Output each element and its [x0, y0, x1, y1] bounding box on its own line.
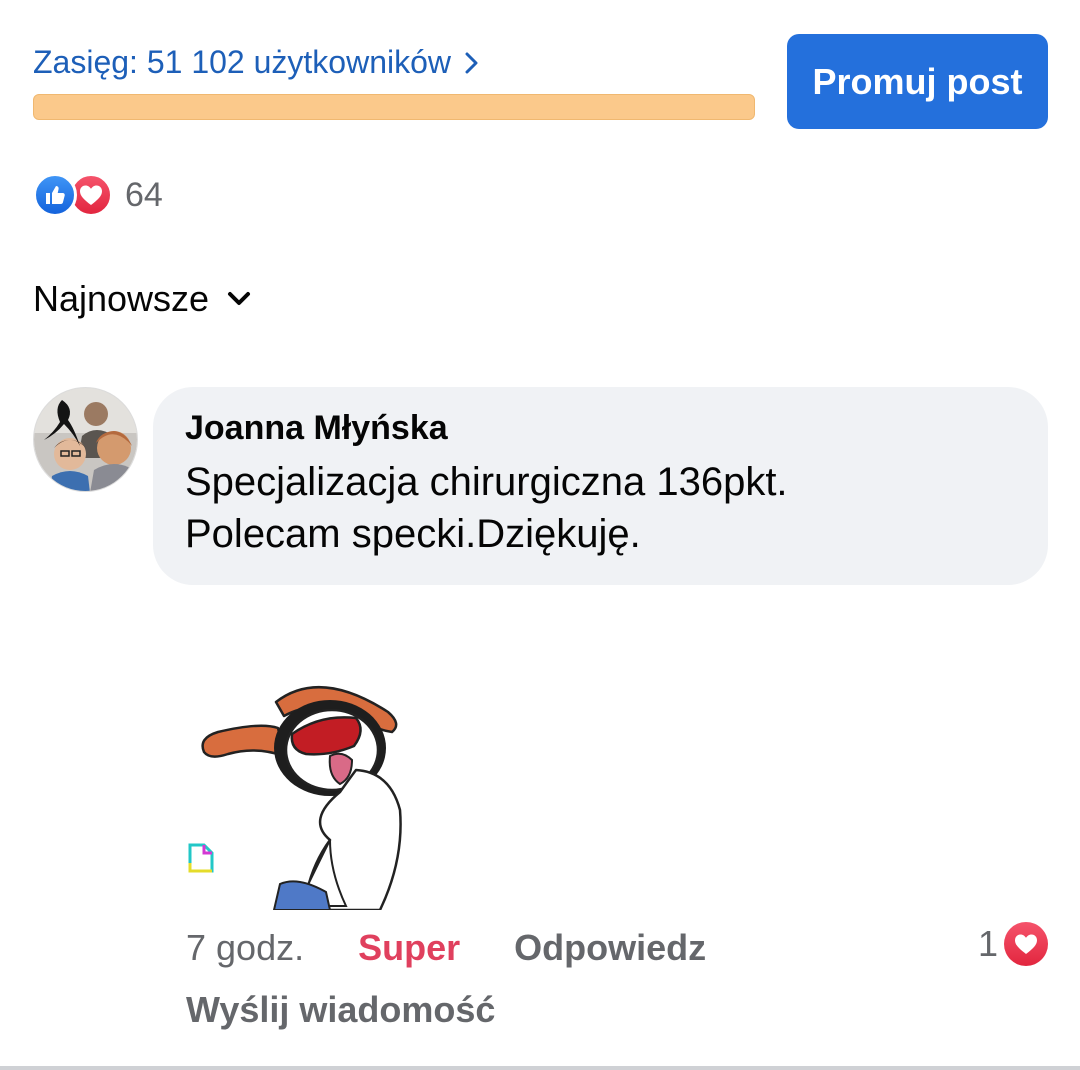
reach-label: Zasięg: 51 102 użytkowników	[33, 44, 451, 80]
reach-progress-bar	[33, 94, 755, 120]
reply-button[interactable]: Odpowiedz	[514, 927, 706, 969]
comment-actions: 7 godz. Super Odpowiedz Wyślij wiadomość	[186, 925, 1048, 1033]
comment-bubble: Joanna Młyńska Specjalizacja chirurgiczn…	[153, 387, 1048, 585]
reach-link[interactable]: Zasięg: 51 102 użytkowników	[33, 44, 483, 81]
reaction-summary[interactable]: 64	[33, 173, 163, 217]
divider	[0, 1066, 1080, 1070]
comment-sort-dropdown[interactable]: Najnowsze	[33, 278, 251, 320]
comment-author[interactable]: Joanna Młyńska	[185, 409, 1016, 448]
like-icon	[33, 173, 77, 217]
chevron-down-icon	[228, 292, 251, 305]
chevron-right-icon	[465, 52, 478, 73]
promote-post-label: Promuj post	[812, 60, 1023, 102]
super-reaction-button[interactable]: Super	[358, 927, 460, 969]
reaction-count: 64	[125, 175, 163, 214]
broken-image-icon	[188, 843, 214, 873]
promote-post-button[interactable]: Promuj post	[787, 34, 1048, 129]
comment-reaction-number: 1	[977, 923, 998, 964]
sort-label: Najnowsze	[33, 278, 210, 319]
send-message-button[interactable]: Wyślij wiadomość	[186, 989, 495, 1031]
avatar[interactable]	[33, 387, 138, 492]
comment-reaction-count[interactable]: 1	[978, 922, 1048, 966]
love-icon	[1004, 922, 1048, 966]
comment-text: Specjalizacja chirurgiczna 136pkt. Polec…	[185, 460, 788, 556]
comment-timestamp: 7 godz.	[186, 927, 305, 968]
